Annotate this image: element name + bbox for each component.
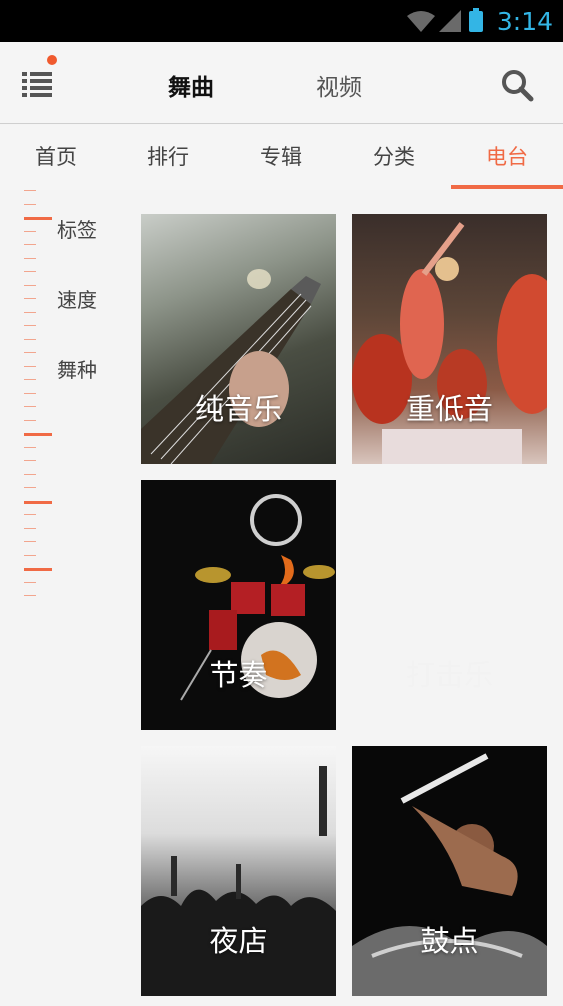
- ruler-tick: [24, 406, 36, 407]
- card-label: 打击乐: [405, 658, 493, 692]
- signal-icon: [439, 10, 461, 32]
- sidebar-item-dance-type[interactable]: 舞种: [57, 354, 97, 383]
- ruler-tick: [24, 311, 36, 313]
- search-icon[interactable]: [500, 68, 534, 102]
- radio-card-heavy-bass[interactable]: 重低音: [352, 214, 547, 464]
- ruler-tick: [24, 365, 36, 367]
- status-time: 3:14: [496, 7, 553, 36]
- ruler-major-tick: [24, 433, 52, 436]
- ruler-major-tick: [24, 500, 52, 504]
- tab-dance-music[interactable]: 舞曲: [168, 68, 214, 102]
- ruler-tick: [24, 392, 36, 394]
- ruler-tick: [24, 298, 36, 299]
- tab-ranking[interactable]: 排行: [112, 141, 224, 171]
- ruler-tick: [24, 230, 36, 232]
- card-label: 重低音: [405, 392, 493, 426]
- sidebar-item-tags[interactable]: 标签: [57, 214, 97, 243]
- notification-dot: [47, 55, 57, 65]
- ruler-tick: [24, 284, 36, 286]
- battery-icon: [469, 11, 483, 32]
- ruler-tick: [24, 473, 36, 475]
- ruler-tick: [24, 460, 36, 461]
- ruler-tick: [24, 203, 36, 205]
- ruler-tick: [24, 190, 36, 191]
- ruler-major-tick: [24, 217, 52, 220]
- list-menu-icon[interactable]: [22, 68, 54, 98]
- radio-card-drumbeat[interactable]: 鼓点: [352, 746, 547, 996]
- ruler-tick: [24, 257, 36, 259]
- app-bar: 舞曲 视频: [0, 42, 563, 124]
- ruler-tick: [24, 244, 36, 245]
- tab-active-indicator: [451, 185, 563, 189]
- ruler-tick: [24, 338, 36, 340]
- ruler-major-tick: [24, 568, 52, 571]
- ruler-tick: [24, 554, 36, 556]
- tab-radio[interactable]: 电台: [451, 141, 563, 171]
- ruler-tick: [24, 352, 36, 353]
- category-tabs: 首页 排行 专辑 分类 电台: [0, 125, 563, 190]
- tab-home[interactable]: 首页: [0, 141, 112, 171]
- radio-card-nightclub[interactable]: 夜店: [141, 746, 336, 996]
- radio-card-percussion[interactable]: 打击乐: [352, 480, 547, 730]
- card-label: 夜店: [209, 924, 268, 958]
- ruler-tick: [24, 514, 36, 515]
- sidebar-item-speed[interactable]: 速度: [57, 284, 97, 313]
- radio-card-rhythm[interactable]: 节奏: [141, 480, 336, 730]
- ruler-tick: [24, 487, 36, 488]
- radio-card-pure-music[interactable]: 纯音乐: [141, 214, 336, 464]
- wifi-signal-battery-icons: [407, 8, 483, 32]
- ruler-tick: [24, 271, 36, 272]
- ruler-tick: [24, 595, 36, 596]
- wifi-icon: [407, 11, 435, 32]
- card-label: 纯音乐: [194, 392, 282, 426]
- ruler-tick: [24, 541, 36, 542]
- tab-category[interactable]: 分类: [338, 141, 450, 171]
- tab-video[interactable]: 视频: [316, 68, 362, 102]
- ruler-tick: [24, 379, 36, 380]
- card-label: 鼓点: [420, 924, 479, 958]
- ruler-tick: [24, 419, 36, 421]
- status-bar: 3:14: [0, 0, 563, 42]
- ruler-tick: [24, 446, 36, 448]
- ruler-tick: [24, 325, 36, 326]
- ruler-tick: [24, 527, 36, 529]
- ruler-tick: [24, 581, 36, 583]
- filter-sidebar: 标签 速度 舞种: [0, 190, 130, 1006]
- card-label: 节奏: [209, 658, 268, 692]
- tab-album[interactable]: 专辑: [225, 141, 337, 171]
